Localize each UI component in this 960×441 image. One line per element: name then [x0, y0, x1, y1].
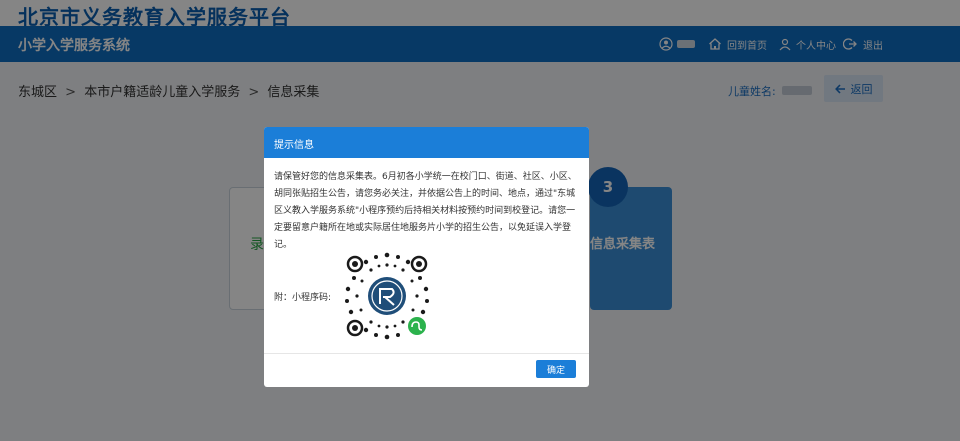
notice-dialog: 提示信息 请保管好您的信息采集表。6月初各小学统一在校门口、街道、社区、小区、胡…: [264, 127, 589, 387]
dialog-message: 请保管好您的信息采集表。6月初各小学统一在校门口、街道、社区、小区、胡同张贴招生…: [274, 172, 577, 250]
confirm-button[interactable]: 确定: [536, 360, 576, 378]
mini-program-code-icon: [345, 252, 429, 340]
dialog-divider: [264, 353, 589, 354]
mini-program-label: 附：小程序码:: [274, 293, 332, 303]
dialog-title: 提示信息: [274, 140, 314, 151]
dialog-header: 提示信息: [264, 127, 589, 158]
